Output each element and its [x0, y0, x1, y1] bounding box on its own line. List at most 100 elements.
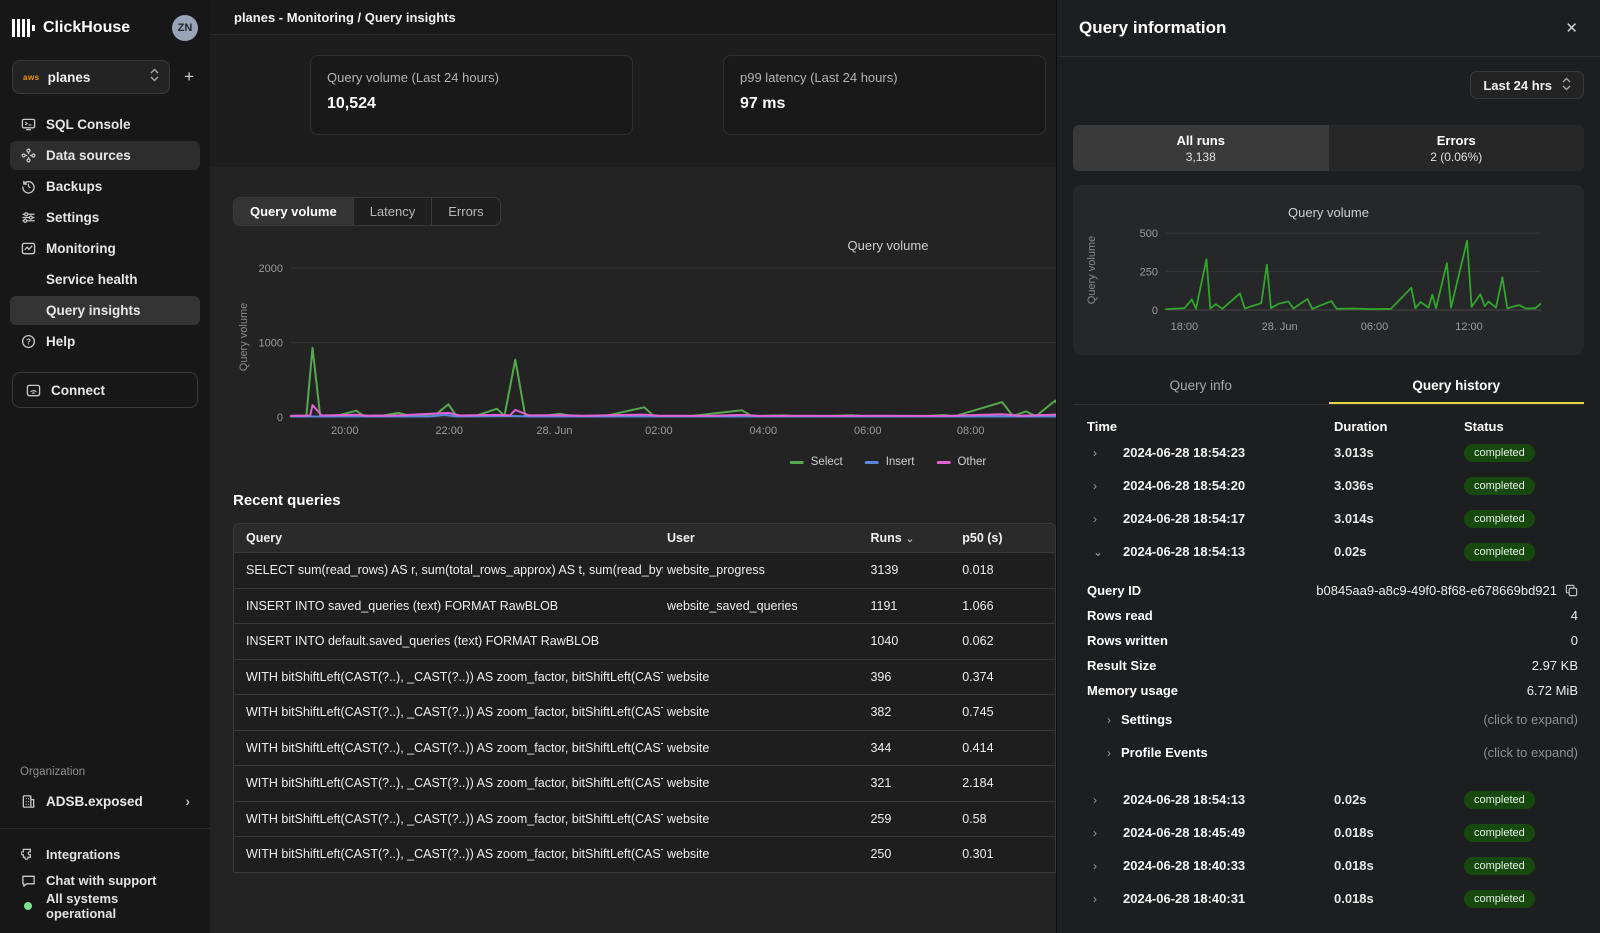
mini-chart-title: Query volume — [1081, 205, 1576, 220]
legend-swatch — [865, 461, 879, 464]
status-badge: completed — [1464, 890, 1535, 908]
sidebar-item-settings[interactable]: Settings — [10, 203, 200, 232]
history-row[interactable]: › 2024-06-28 18:54:20 3.036s completed — [1073, 469, 1584, 502]
sidebar-item-sql-console[interactable]: SQL Console — [10, 110, 200, 139]
svg-text:0: 0 — [277, 412, 283, 424]
tab-latency[interactable]: Latency — [354, 198, 433, 225]
sidebar-bottom: Organization ADSB.exposed › Integrations… — [10, 766, 200, 919]
footer-item-label: All systems operational — [46, 891, 190, 921]
detail-label: Rows written — [1087, 633, 1168, 648]
table-row[interactable]: WITH bitShiftLeft(CAST(?..), _CAST(?..))… — [234, 659, 1055, 695]
detail-value-text: 6.72 MiB — [1527, 683, 1578, 698]
cell-p50: 0.414 — [962, 741, 1055, 755]
detail-label: Profile Events — [1121, 745, 1208, 760]
sidebar-item-help[interactable]: ? Help — [10, 327, 200, 356]
user-avatar[interactable]: ZN — [172, 15, 198, 41]
history-status: completed — [1464, 791, 1584, 809]
svg-text:06:00: 06:00 — [854, 425, 882, 437]
col-query[interactable]: Query — [234, 531, 663, 545]
sidebar-item-query-insights[interactable]: Query insights — [10, 296, 200, 325]
cell-user: website_progress — [663, 563, 871, 577]
help-icon: ? — [20, 334, 36, 350]
history-row[interactable]: › 2024-06-28 18:45:49 0.018s completed — [1073, 816, 1584, 849]
detail-label: Rows read — [1087, 608, 1153, 623]
history-row[interactable]: › 2024-06-28 18:54:17 3.014s completed — [1073, 502, 1584, 535]
history-row[interactable]: › 2024-06-28 18:40:33 0.018s completed — [1073, 849, 1584, 882]
table-row[interactable]: INSERT INTO saved_queries (text) FORMAT … — [234, 588, 1055, 624]
runs-errors-segments: All runs 3,138 Errors 2 (0.06%) — [1073, 125, 1584, 171]
sidebar-item-label: Service health — [46, 272, 138, 287]
table-row[interactable]: WITH bitShiftLeft(CAST(?..), _CAST(?..))… — [234, 801, 1055, 837]
sidebar-item-data-sources[interactable]: Data sources — [10, 141, 200, 170]
tab-query-volume[interactable]: Query volume — [234, 198, 354, 225]
detail-value: b0845aa9-a8c9-49f0-8f68-e678669bd921 — [1316, 583, 1578, 598]
cell-user: website — [663, 847, 871, 861]
table-row[interactable]: WITH bitShiftLeft(CAST(?..), _CAST(?..))… — [234, 836, 1055, 872]
detail-profile-events[interactable]: › Profile Events (click to expand) — [1073, 736, 1584, 769]
detail-settings[interactable]: › Settings (click to expand) — [1073, 703, 1584, 736]
status-badge: completed — [1464, 543, 1535, 561]
detail-value-text: 4 — [1571, 608, 1578, 623]
chevron-right-icon: › — [1093, 793, 1107, 807]
col-user[interactable]: User — [663, 531, 871, 545]
table-row[interactable]: WITH bitShiftLeft(CAST(?..), _CAST(?..))… — [234, 765, 1055, 801]
sidebar-item-label: Settings — [46, 210, 99, 225]
tab-query-info[interactable]: Query info — [1073, 369, 1329, 404]
time-range-select[interactable]: Last 24 hrs — [1470, 71, 1584, 99]
chevron-right-icon: › — [1093, 892, 1107, 906]
table-row[interactable]: WITH bitShiftLeft(CAST(?..), _CAST(?..))… — [234, 730, 1055, 766]
history-status: completed — [1464, 477, 1584, 495]
service-selector[interactable]: aws planes — [12, 60, 170, 94]
table-row[interactable]: SELECT sum(read_rows) AS r, sum(total_ro… — [234, 552, 1055, 588]
organization-switcher[interactable]: ADSB.exposed › — [10, 786, 200, 816]
segment-all-runs[interactable]: All runs 3,138 — [1073, 125, 1329, 171]
history-row[interactable]: › 2024-06-28 18:40:31 0.018s completed — [1073, 882, 1584, 915]
cell-user: website — [663, 776, 871, 790]
segment-label: Errors — [1437, 133, 1476, 148]
footer-item-all-systems-operational[interactable]: All systems operational — [10, 893, 200, 919]
sidebar-item-backups[interactable]: Backups — [10, 172, 200, 201]
mini-chart-canvas[interactable]: 025050018:0028. Jun06:0012:00Query volum… — [1081, 220, 1576, 343]
history-duration: 0.018s — [1334, 891, 1464, 906]
panel-title: Query information — [1079, 18, 1226, 38]
table-row[interactable]: WITH bitShiftLeft(CAST(?..), _CAST(?..))… — [234, 694, 1055, 730]
legend-item[interactable]: Insert — [865, 456, 915, 468]
history-row[interactable]: ⌄ 2024-06-28 18:54:13 0.02s completed — [1073, 535, 1584, 568]
connect-button[interactable]: Connect — [12, 372, 198, 408]
svg-text:12:00: 12:00 — [1455, 321, 1483, 333]
svg-text:28. Jun: 28. Jun — [1262, 321, 1298, 333]
col-p50[interactable]: p50 (s) — [962, 531, 1055, 545]
history-duration: 3.014s — [1334, 511, 1464, 526]
history-row[interactable]: › 2024-06-28 18:54:23 3.013s completed — [1073, 436, 1584, 469]
cell-p50: 0.58 — [962, 812, 1055, 826]
sidebar-item-service-health[interactable]: Service health — [10, 265, 200, 294]
copy-icon[interactable] — [1565, 584, 1578, 597]
footer-item-integrations[interactable]: Integrations — [10, 841, 200, 867]
detail-value-text: 0 — [1571, 633, 1578, 648]
history-time: 2024-06-28 18:45:49 — [1107, 825, 1334, 840]
svg-text:04:00: 04:00 — [750, 425, 778, 437]
sidebar-item-monitoring[interactable]: Monitoring — [10, 234, 200, 263]
tab-query-history[interactable]: Query history — [1329, 369, 1585, 404]
col-duration: Duration — [1334, 419, 1464, 434]
sidebar: ClickHouse ZN aws planes + SQL Console D… — [0, 0, 210, 933]
table-row[interactable]: INSERT INTO default.saved_queries (text)… — [234, 623, 1055, 659]
history-time: 2024-06-28 18:54:23 — [1107, 445, 1334, 460]
svg-text:500: 500 — [1140, 228, 1158, 240]
legend-item[interactable]: Other — [936, 456, 986, 468]
breadcrumb: planes - Monitoring / Query insights — [234, 10, 456, 25]
history-row[interactable]: › 2024-06-28 18:54:13 0.02s completed — [1073, 783, 1584, 816]
legend-item[interactable]: Select — [790, 456, 843, 468]
footer-item-chat-with-support[interactable]: Chat with support — [10, 867, 200, 893]
segment-errors[interactable]: Errors 2 (0.06%) — [1329, 125, 1585, 171]
chart-canvas[interactable]: 01000200020:0022:0028. Jun02:0004:0006:0… — [233, 232, 1056, 447]
tab-errors[interactable]: Errors — [432, 198, 499, 225]
add-service-button[interactable]: + — [180, 67, 198, 87]
close-icon[interactable]: ✕ — [1565, 19, 1578, 37]
history-time: 2024-06-28 18:54:13 — [1107, 544, 1334, 559]
history-duration: 0.018s — [1334, 858, 1464, 873]
sort-desc-icon: ⌄ — [906, 534, 914, 545]
detail-rows-read: › Rows read 4 — [1073, 603, 1584, 628]
col-runs[interactable]: Runs⌄ — [870, 531, 962, 545]
chart-title: Query volume — [848, 238, 929, 253]
